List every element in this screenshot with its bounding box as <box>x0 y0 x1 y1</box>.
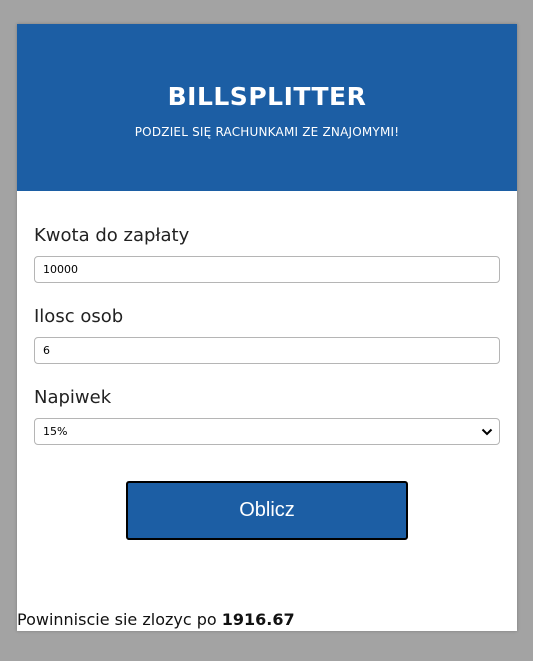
people-input[interactable] <box>34 337 500 364</box>
amount-input[interactable] <box>34 256 500 283</box>
result-prefix: Powinniscie sie zlozyc po <box>17 610 222 629</box>
tip-label: Napiwek <box>34 387 112 408</box>
app-subtitle: PODZIEL SIĘ RACHUNKAMI ZE ZNAJOMYMI! <box>134 125 400 139</box>
app-card: BILLSPLITTER PODZIEL SIĘ RACHUNKAMI ZE Z… <box>17 24 517 631</box>
app-title: BILLSPLITTER <box>167 82 367 111</box>
people-label: Ilosc osob <box>34 306 124 327</box>
header: BILLSPLITTER PODZIEL SIĘ RACHUNKAMI ZE Z… <box>17 24 517 191</box>
result-value: 1916.67 <box>221 610 295 629</box>
tip-selected-value: 15% <box>43 425 68 438</box>
calculate-button[interactable]: Oblicz <box>126 481 408 540</box>
result-text: Powinniscie sie zlozyc po 1916.67 <box>17 610 295 629</box>
amount-label: Kwota do zapłaty <box>34 225 190 246</box>
tip-select[interactable]: 15% <box>34 418 500 445</box>
bill-form: Kwota do zapłaty Ilosc osob Napiwek 15% … <box>17 225 517 540</box>
chevron-down-icon <box>481 428 493 436</box>
